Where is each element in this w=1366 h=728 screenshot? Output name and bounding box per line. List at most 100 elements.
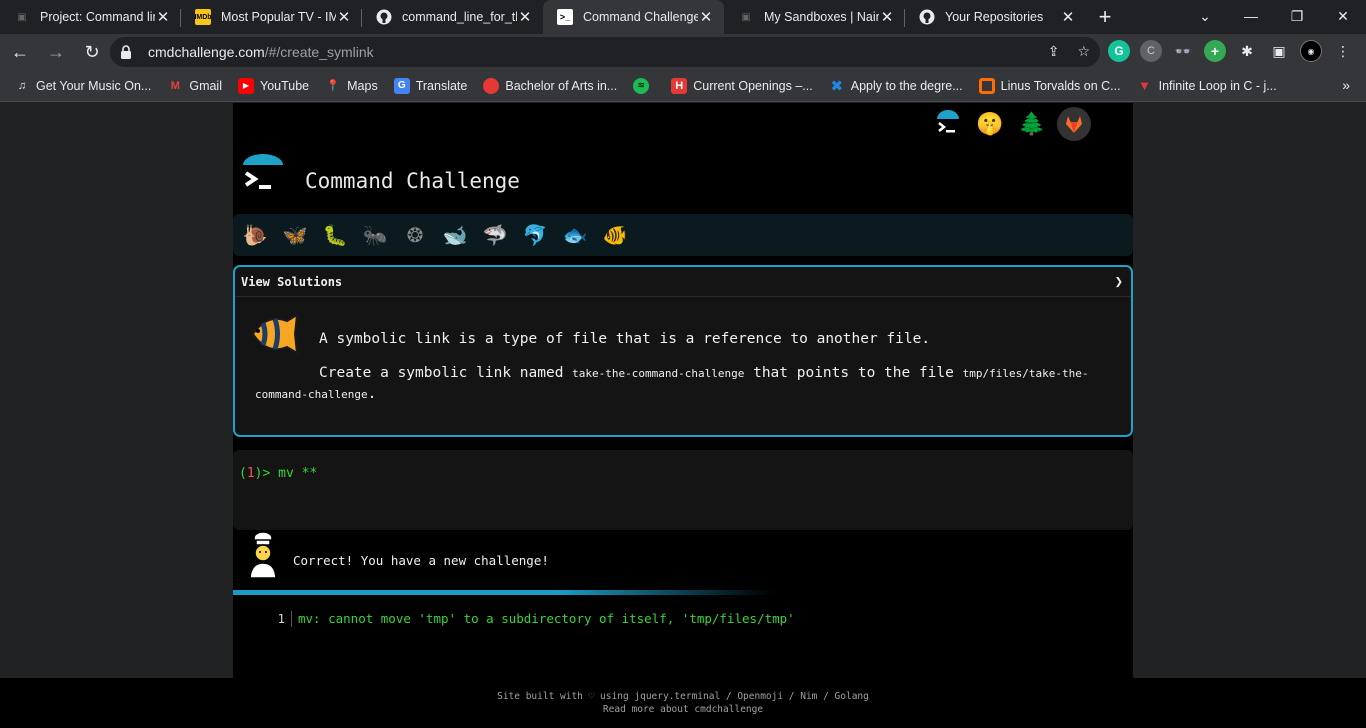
tree-icon[interactable]: 🌲	[1015, 107, 1049, 141]
view-solutions-toggle[interactable]: View Solutions ❯	[235, 267, 1131, 297]
maps-icon: 📍	[326, 80, 340, 92]
tab-sandboxes[interactable]: ▣ My Sandboxes | Nairobi ✕	[724, 0, 905, 34]
shushing-face-icon[interactable]: 🤫	[973, 107, 1007, 141]
bookmark-youtube[interactable]: ▶ YouTube	[238, 77, 309, 94]
music-icon: ♫	[17, 79, 27, 92]
url-host: cmdchallenge.com	[148, 44, 265, 60]
bookmark-translate[interactable]: G Translate	[393, 77, 467, 94]
gitlab-icon[interactable]	[1057, 107, 1091, 141]
bookmarks-bar: ♫ Get Your Music On... M Gmail ▶ YouTube 📍 M…	[0, 70, 1366, 102]
tab-title: Most Popular TV - IMDb	[221, 10, 336, 24]
symlink-name: take-the-command-challenge	[572, 367, 745, 380]
restore-icon[interactable]: ❐	[1274, 0, 1320, 32]
window-close-icon[interactable]: ✕	[1320, 0, 1366, 32]
vivaldi-icon: ▼	[1138, 78, 1152, 93]
web-level-icon[interactable]: ❂	[401, 221, 429, 249]
shark-level-icon[interactable]: 🦈	[481, 221, 509, 249]
profile-avatar[interactable]: ◉	[1300, 40, 1322, 62]
terminal-logo-icon[interactable]	[931, 107, 965, 141]
tab-your-repositories[interactable]: Your Repositories ✕	[905, 0, 1086, 34]
bookmark-apply[interactable]: ✖ Apply to the degre...	[829, 77, 962, 95]
bookmark-linus[interactable]: Linus Torvalds on C...	[978, 77, 1121, 94]
bookmark-spotify[interactable]: ≋	[633, 77, 655, 94]
more-bookmarks-icon[interactable]: »	[1342, 77, 1350, 93]
page-title: Command Challenge	[305, 169, 520, 193]
tab-imdb[interactable]: IMDb Most Popular TV - IMDb ✕	[181, 0, 362, 34]
hack-icon: H	[671, 77, 688, 94]
header-icons: 🤫 🌲 ✉	[931, 107, 1133, 141]
fish-level-icon[interactable]: 🐟	[561, 221, 589, 249]
whale-level-icon[interactable]: 🐋	[441, 221, 469, 249]
challenge-description: A symbolic link is a type of file that i…	[319, 331, 931, 347]
reload-icon[interactable]: ↻	[76, 36, 108, 68]
sidepanel-icon[interactable]: ▣	[1268, 40, 1290, 62]
bookmark-gmail[interactable]: M Gmail	[167, 78, 222, 94]
tab-title: My Sandboxes | Nairobi	[764, 10, 879, 24]
orange-square-icon	[978, 77, 995, 94]
tab-title: Project: Command line	[40, 10, 155, 24]
youtube-icon: ▶	[238, 77, 254, 94]
caterpillar-level-icon[interactable]: 🐛	[321, 221, 349, 249]
output-line-number: 1	[277, 611, 285, 626]
snail-level-icon[interactable]: 🐌	[241, 221, 269, 249]
tab-search-icon[interactable]: ⌄	[1182, 0, 1228, 32]
forward-icon[interactable]: →	[40, 36, 72, 68]
close-tab-icon[interactable]: ✕	[1060, 9, 1076, 26]
minimize-icon[interactable]: —	[1228, 0, 1274, 32]
main-container: 🤫 🌲 ✉ Command Challenge 🐌 🦋 🐛 🐜 ❂ 🐋 🦈 🐬 …	[233, 103, 1133, 678]
close-tab-icon[interactable]: ✕	[155, 9, 171, 26]
close-tab-icon[interactable]: ✕	[517, 9, 533, 26]
glasses-extension-icon[interactable]: 👓	[1172, 40, 1194, 62]
result-message: Correct! You have a new challenge!	[293, 553, 549, 568]
bookmark-star-icon[interactable]: ☆	[1077, 43, 1090, 60]
site-logo	[241, 153, 285, 197]
bookmark-bachelor[interactable]: Bachelor of Arts in...	[483, 77, 617, 94]
ant-level-icon[interactable]: 🐜	[361, 221, 389, 249]
butterfly-level-icon[interactable]: 🦋	[281, 221, 309, 249]
github-icon	[376, 9, 392, 25]
bookmark-maps[interactable]: 📍 Maps	[325, 78, 377, 94]
tropical-fish-level-icon[interactable]: 🐠	[601, 221, 629, 249]
tab-title: Your Repositories	[945, 10, 1044, 24]
close-tab-icon[interactable]: ✕	[879, 9, 895, 26]
mail-icon[interactable]: ✉	[1099, 107, 1133, 141]
translate-icon: G	[393, 77, 410, 94]
bookmark-infinite-loop[interactable]: ▼ Infinite Loop in C - j...	[1137, 78, 1277, 94]
apply-icon: ✖	[830, 77, 844, 95]
close-tab-icon[interactable]: ✕	[698, 9, 714, 26]
command-text: mv **	[278, 466, 318, 481]
page-footer: Site built with ♡ using jquery.terminal …	[0, 678, 1366, 728]
back-icon[interactable]: ←	[4, 36, 36, 68]
spotify-icon: ≋	[633, 77, 650, 94]
bookmark-music[interactable]: ♫ Get Your Music On...	[14, 78, 151, 94]
footer-credits: Site built with ♡ using jquery.terminal …	[497, 691, 869, 702]
school-icon	[483, 77, 500, 94]
tab-gitlab-project[interactable]: ▣ Project: Command line ✕	[0, 0, 181, 34]
share-icon[interactable]: ⇪	[1048, 43, 1060, 60]
terminal-input[interactable]: (1)> mv **	[233, 450, 1133, 530]
address-bar[interactable]: cmdchallenge.com /#/create_symlink ⇪ ☆	[110, 37, 1100, 67]
url-path: /#/create_symlink	[264, 44, 374, 60]
imdb-icon: IMDb	[194, 9, 212, 25]
tab-command-challenge[interactable]: >_ Command Challenge! ✕	[543, 0, 724, 34]
terminal-icon: >_	[557, 9, 573, 25]
tropical-fish-icon	[247, 311, 299, 357]
puzzle-icon[interactable]: ✱	[1236, 40, 1258, 62]
dolphin-level-icon[interactable]: 🐬	[521, 221, 549, 249]
chevron-right-icon[interactable]: ❯	[1115, 274, 1123, 290]
add-extension-icon[interactable]: +	[1204, 40, 1226, 62]
menu-icon[interactable]: ⋮	[1332, 40, 1354, 62]
command-output: 1 mv: cannot move 'tmp' to a subdirector…	[271, 611, 795, 627]
read-more-link[interactable]: Read more about cmdchallenge	[0, 703, 1366, 716]
extension-c-icon[interactable]: C	[1140, 40, 1162, 62]
new-tab-button[interactable]: +	[1086, 0, 1124, 34]
lock-icon[interactable]	[120, 45, 134, 59]
bookmark-openings[interactable]: H Current Openings –...	[671, 77, 813, 94]
close-tab-icon[interactable]: ✕	[336, 9, 352, 26]
divider-bar	[233, 590, 773, 595]
browser-toolbar: ← → ↻ cmdchallenge.com /#/create_symlink…	[0, 34, 1366, 70]
tab-title: Command Challenge!	[583, 10, 698, 24]
tab-github-repo[interactable]: command_line_for_the ✕	[362, 0, 543, 34]
grammarly-icon[interactable]: G	[1108, 40, 1130, 62]
challenge-task: Create a symbolic link named take-the-co…	[255, 365, 1089, 402]
